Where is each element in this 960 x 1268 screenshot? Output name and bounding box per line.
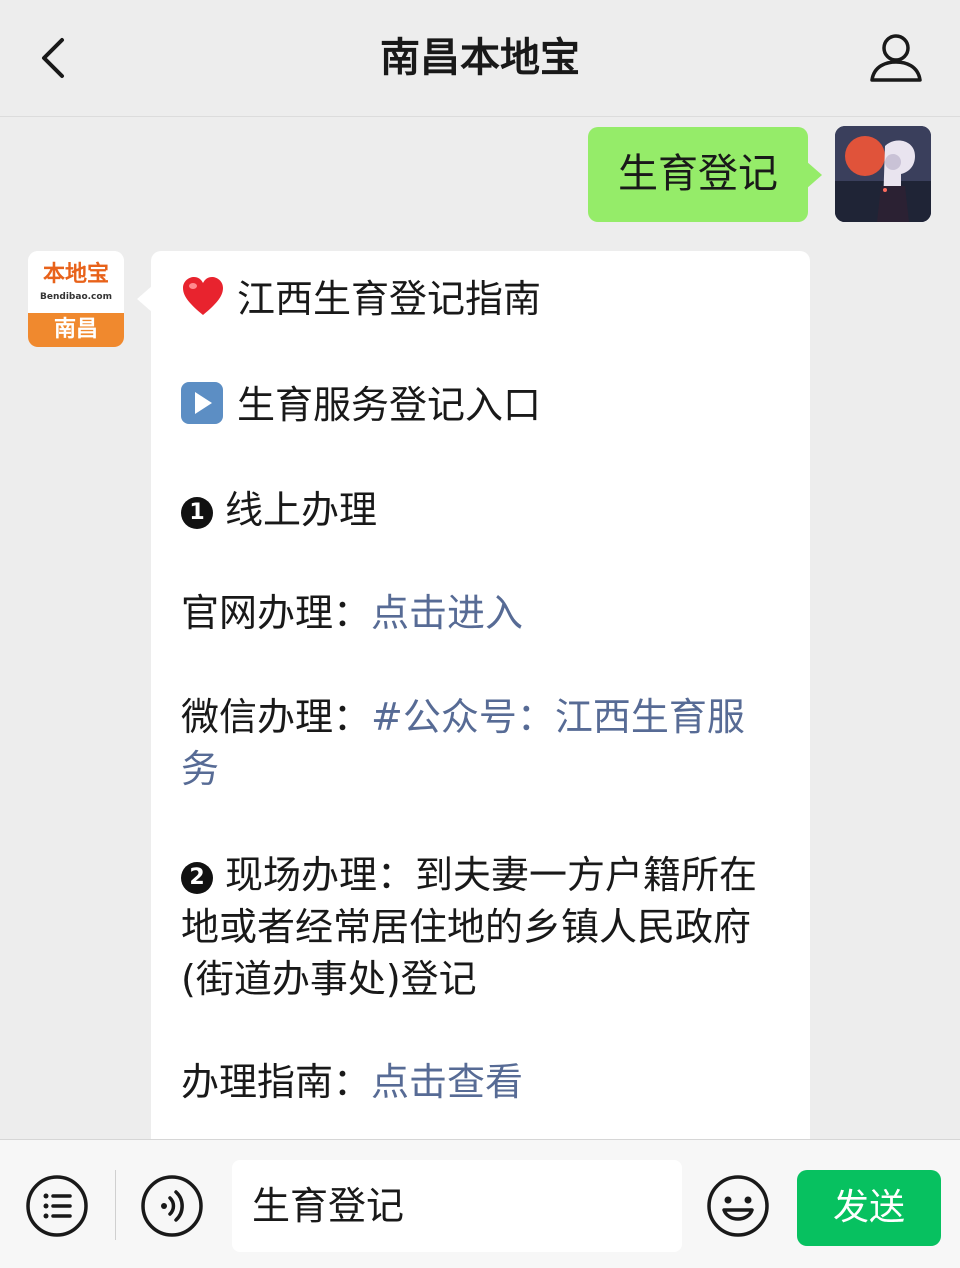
onsite-line: 2 现场办理：到夫妻一方户籍所在 bbox=[181, 849, 791, 901]
avatar-top: 本地宝 Bendibao.com bbox=[28, 251, 124, 313]
send-button[interactable]: 发送 bbox=[797, 1170, 941, 1246]
guide-title-line: 江西生育登记指南 bbox=[181, 273, 791, 325]
wechat-link-continued[interactable]: 务 bbox=[181, 747, 219, 791]
entry-line: 生育服务登记入口 bbox=[181, 379, 791, 431]
smiley-icon[interactable] bbox=[706, 1174, 770, 1238]
guide-line: 办理指南：点击查看 bbox=[181, 1056, 791, 1108]
toolbar-divider bbox=[115, 1170, 116, 1240]
user-icon[interactable] bbox=[868, 30, 924, 86]
onsite-text-1: 现场办理：到夫妻一方户籍所在 bbox=[225, 853, 758, 897]
onsite-text-2: 地或者经常居住地的乡镇人民政府 bbox=[181, 905, 752, 949]
avatar-domain: Bendibao.com bbox=[40, 292, 112, 302]
entry-text: 生育服务登记入口 bbox=[237, 383, 542, 427]
message-input[interactable] bbox=[232, 1160, 682, 1252]
guide-link[interactable]: 点击查看 bbox=[371, 1060, 523, 1104]
onsite-text-3: (街道办事处)登记 bbox=[181, 957, 477, 1001]
my-avatar[interactable] bbox=[835, 126, 931, 222]
official-account-avatar[interactable]: 本地宝 Bendibao.com 南昌 bbox=[28, 251, 124, 347]
guide-title: 江西生育登记指南 bbox=[237, 277, 542, 321]
wechat-label: 微信办理： bbox=[181, 695, 372, 739]
number-one-icon: 1 bbox=[181, 497, 213, 529]
number-two-icon: 2 bbox=[181, 862, 213, 894]
outgoing-bubble[interactable]: 生育登记 bbox=[588, 127, 822, 222]
website-line: 官网办理：点击进入 bbox=[181, 587, 791, 639]
wechat-link[interactable]: #公众号：江西生育服 bbox=[371, 695, 745, 739]
avatar-city: 南昌 bbox=[28, 313, 124, 347]
website-label: 官网办理： bbox=[181, 591, 372, 635]
guide-label: 办理指南： bbox=[181, 1060, 372, 1104]
chat-title: 南昌本地宝 bbox=[380, 35, 580, 81]
top-navbar: 南昌本地宝 bbox=[0, 0, 960, 117]
online-label: 线上办理 bbox=[225, 488, 378, 532]
play-icon bbox=[181, 382, 223, 424]
heart-icon bbox=[181, 275, 225, 319]
avatar-brand: 本地宝 bbox=[42, 261, 109, 287]
voice-icon[interactable] bbox=[140, 1174, 204, 1238]
incoming-bubble: 江西生育登记指南 生育服务登记入口 1 线上办理 官网办理：点击进入 微信办理：#… bbox=[137, 251, 810, 1251]
website-link[interactable]: 点击进入 bbox=[371, 591, 523, 635]
list-menu-icon[interactable] bbox=[25, 1174, 89, 1238]
online-line: 1 线上办理 bbox=[181, 484, 791, 536]
wechat-line-2: 务 bbox=[181, 743, 791, 795]
input-bar: 发送 bbox=[0, 1139, 960, 1268]
outgoing-message: 生育登记 bbox=[0, 126, 960, 226]
wechat-line: 微信办理：#公众号：江西生育服 bbox=[181, 691, 791, 743]
